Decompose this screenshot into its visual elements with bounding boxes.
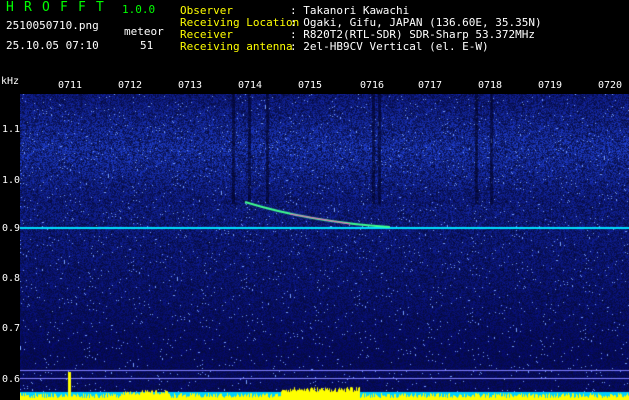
- title-letter: O: [42, 0, 50, 15]
- header-panel: HROFFT 1.0.0 2510050710.png meteor 25.10…: [0, 0, 629, 74]
- antenna-label: Receiving antenna: [180, 40, 293, 53]
- antenna-value: : 2el-HB9CV Vertical (el. E-W): [290, 40, 489, 53]
- axis-unit: kHz: [1, 76, 20, 87]
- meteor-label: meteor: [124, 25, 164, 38]
- time-tick-label: 0711: [58, 80, 83, 91]
- frequency-tick-label: 0.6: [2, 374, 21, 385]
- time-tick-label: 0719: [538, 80, 563, 91]
- frequency-tick-label: 1.0: [2, 175, 21, 186]
- title-letter: T: [96, 0, 104, 15]
- time-tick-label: 0714: [238, 80, 263, 91]
- spectrogram-canvas: [20, 94, 629, 400]
- title-letter: F: [78, 0, 86, 15]
- app-title: HROFFT: [6, 0, 114, 15]
- time-tick-label: 0712: [118, 80, 143, 91]
- time-tick-label: 0718: [478, 80, 503, 91]
- time-tick-label: 0717: [418, 80, 443, 91]
- title-letter: H: [6, 0, 14, 15]
- file-timestamp: 25.10.05 07:10: [6, 39, 99, 52]
- file-name: 2510050710.png: [6, 19, 99, 32]
- frequency-tick-label: 1.1: [2, 124, 21, 135]
- time-tick-label: 0713: [178, 80, 203, 91]
- time-tick-label: 0715: [298, 80, 323, 91]
- frequency-tick-label: 0.8: [2, 273, 21, 284]
- title-letter: R: [24, 0, 32, 15]
- frequency-tick-label: 0.9: [2, 223, 21, 234]
- title-letter: F: [60, 0, 68, 15]
- meteor-count: 51: [140, 39, 154, 52]
- time-tick-label: 0720: [598, 80, 623, 91]
- time-tick-label: 0716: [360, 80, 385, 91]
- frequency-tick-label: 0.7: [2, 323, 21, 334]
- app-version: 1.0.0: [122, 3, 156, 16]
- time-axis: 0711 0712 0713 0714 0715 0716 0717 0718 0719 0720: [20, 74, 629, 94]
